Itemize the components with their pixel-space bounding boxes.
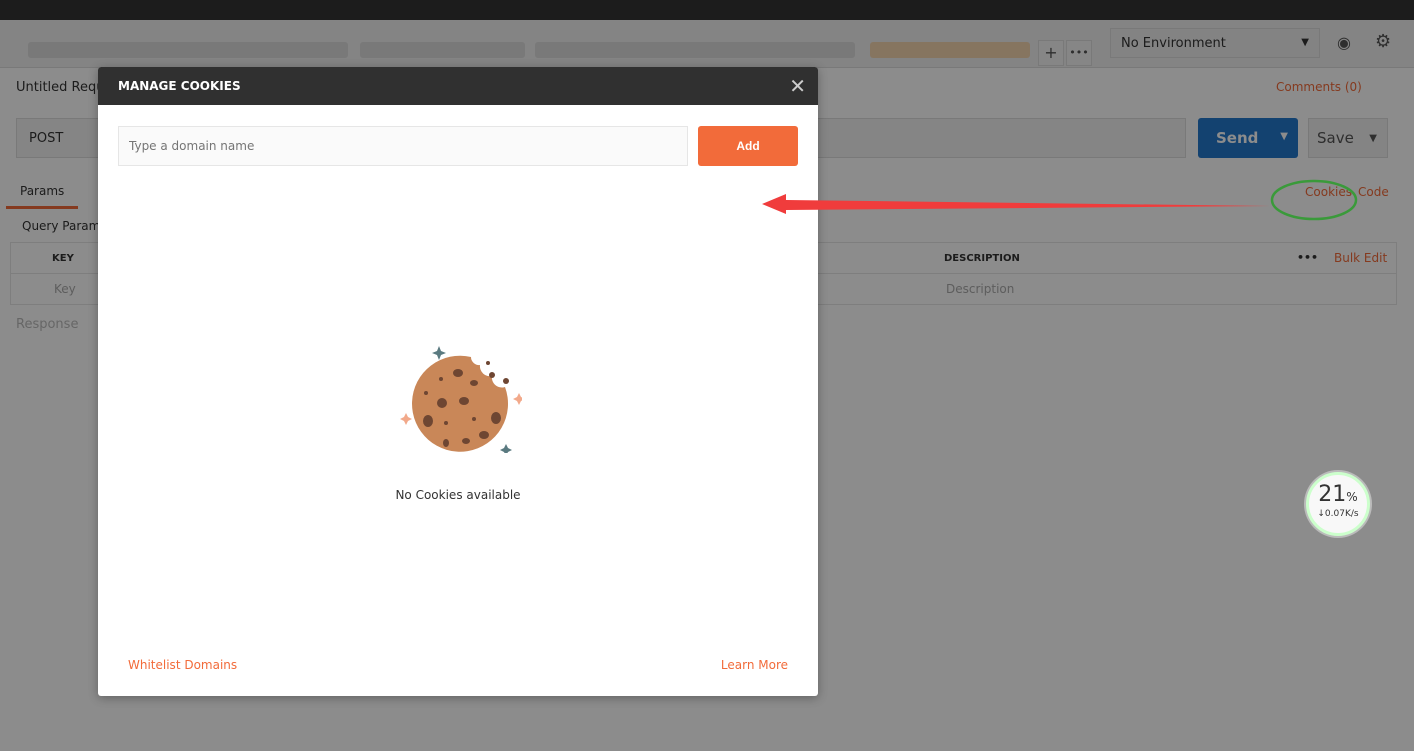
speed-percent: 21: [1318, 482, 1347, 507]
speed-rate: ↓0.07K/s: [1317, 509, 1359, 519]
manage-cookies-modal: MANAGE COOKIES ✕ Add No Cookies availabl…: [98, 67, 818, 696]
close-icon[interactable]: ✕: [789, 74, 806, 98]
whitelist-domains-link[interactable]: Whitelist Domains: [128, 658, 237, 672]
domain-input[interactable]: [118, 126, 688, 166]
network-speed-widget: 21% ↓0.07K/s: [1306, 472, 1370, 536]
speed-unit: %: [1346, 490, 1358, 504]
learn-more-link[interactable]: Learn More: [721, 658, 788, 672]
modal-header: MANAGE COOKIES ✕: [98, 67, 818, 105]
empty-state-text: No Cookies available: [395, 488, 521, 502]
cookie-icon: [400, 346, 522, 453]
add-button[interactable]: Add: [698, 126, 798, 166]
modal-title: MANAGE COOKIES: [118, 79, 241, 93]
